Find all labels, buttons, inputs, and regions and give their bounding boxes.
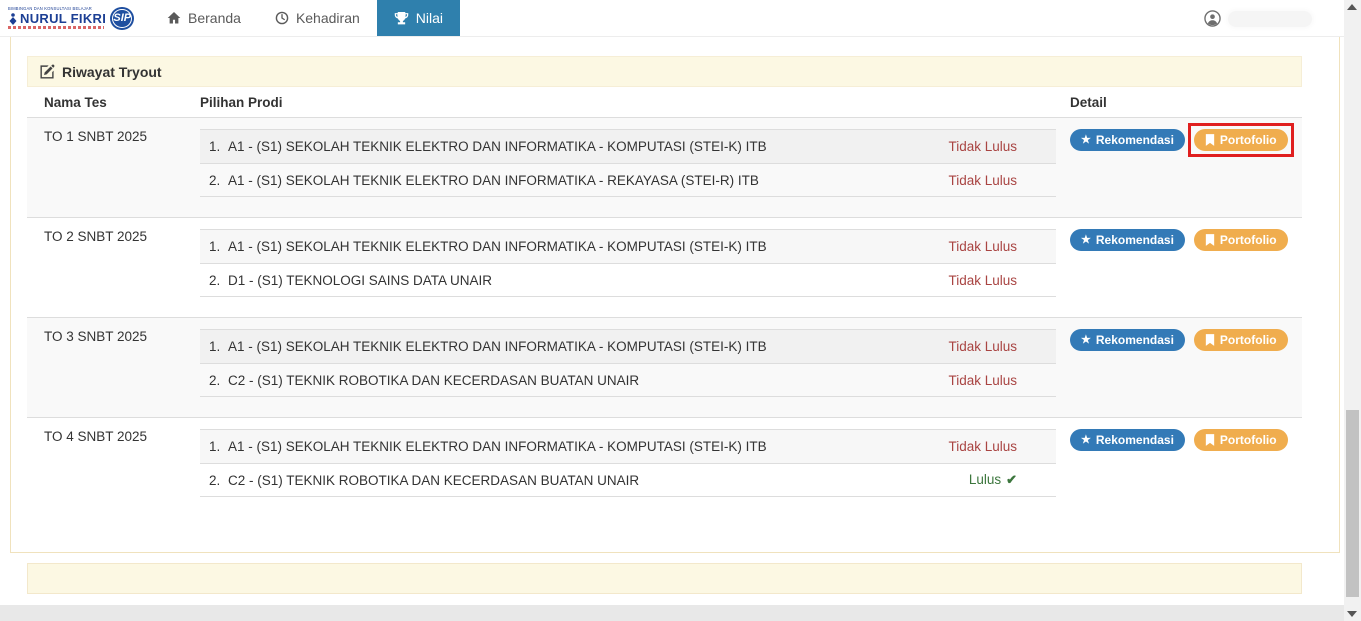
panel-header-riwayat-tryout: Riwayat Tryout — [27, 56, 1302, 87]
nav-item-beranda[interactable]: Beranda — [150, 0, 258, 36]
vertical-scrollbar[interactable] — [1344, 0, 1361, 621]
star-icon: ★ — [1081, 335, 1091, 346]
prodi-name: A1 - (S1) SEKOLAH TEKNIK ELEKTRO DAN INF… — [228, 139, 767, 154]
bookmark-icon — [1205, 434, 1215, 446]
prodi-choice: 2. A1 - (S1) SEKOLAH TEKNIK ELEKTRO DAN … — [200, 163, 1056, 197]
test-name: TO 3 SNBT 2025 — [27, 318, 200, 417]
prodi-choice-list: 1. A1 - (S1) SEKOLAH TEKNIK ELEKTRO DAN … — [200, 129, 1056, 197]
panel-title: Riwayat Tryout — [62, 64, 162, 80]
col-header-nama-tes: Nama Tes — [27, 95, 200, 110]
main-menu: Beranda Kehadiran Nilai — [150, 0, 460, 36]
edit-icon — [40, 64, 55, 79]
bookmark-icon — [1205, 334, 1215, 346]
table-header-row: Nama Tes Pilihan Prodi Detail — [27, 87, 1302, 117]
scroll-up-arrow[interactable] — [1347, 4, 1357, 10]
col-header-detail: Detail — [1070, 95, 1302, 110]
prodi-choice: 2. C2 - (S1) TEKNIK ROBOTIKA DAN KECERDA… — [200, 463, 1056, 497]
user-name-redacted — [1228, 11, 1312, 27]
prodi-choice-list: 1. A1 - (S1) SEKOLAH TEKNIK ELEKTRO DAN … — [200, 229, 1056, 297]
logo-tagline — [8, 26, 104, 29]
status-label: Tidak Lulus✔ — [948, 173, 1056, 188]
table-row: TO 2 SNBT 2025 1. A1 - (S1) SEKOLAH TEKN… — [27, 217, 1302, 317]
logo-name: NURUL FIKRI — [8, 12, 110, 25]
nav-item-nilai[interactable]: Nilai — [377, 0, 460, 36]
prodi-name: C2 - (S1) TEKNIK ROBOTIKA DAN KECERDASAN… — [228, 373, 639, 388]
table-row: TO 3 SNBT 2025 1. A1 - (S1) SEKOLAH TEKN… — [27, 317, 1302, 417]
sip-badge: SIP — [112, 9, 132, 28]
prodi-choice: 2. D1 - (S1) TEKNOLOGI SAINS DATA UNAIR … — [200, 263, 1056, 297]
prodi-choice: 1. A1 - (S1) SEKOLAH TEKNIK ELEKTRO DAN … — [200, 229, 1056, 263]
rekomendasi-button[interactable]: ★Rekomendasi — [1070, 329, 1185, 351]
prodi-name: A1 - (S1) SEKOLAH TEKNIK ELEKTRO DAN INF… — [228, 439, 767, 454]
prodi-choice-list: 1. A1 - (S1) SEKOLAH TEKNIK ELEKTRO DAN … — [200, 429, 1056, 497]
logo-link[interactable]: BIMBINGAN DAN KONSULTASI BELAJAR NURUL F… — [0, 0, 132, 36]
prodi-name: D1 - (S1) TEKNOLOGI SAINS DATA UNAIR — [228, 273, 492, 288]
star-icon: ★ — [1081, 135, 1091, 146]
prodi-name: A1 - (S1) SEKOLAH TEKNIK ELEKTRO DAN INF… — [228, 173, 759, 188]
prodi-name: C2 - (S1) TEKNIK ROBOTIKA DAN KECERDASAN… — [228, 473, 639, 488]
col-header-pilihan-prodi: Pilihan Prodi — [200, 95, 1070, 110]
prodi-choice: 1. A1 - (S1) SEKOLAH TEKNIK ELEKTRO DAN … — [200, 329, 1056, 363]
portofolio-wrap: Portofolio — [1194, 329, 1288, 351]
table-row: TO 4 SNBT 2025 1. A1 - (S1) SEKOLAH TEKN… — [27, 417, 1302, 517]
test-name: TO 2 SNBT 2025 — [27, 218, 200, 317]
status-label: Lulus✔ — [969, 472, 1056, 488]
star-icon: ★ — [1081, 235, 1091, 246]
nav-item-kehadiran[interactable]: Kehadiran — [258, 0, 377, 36]
trophy-icon — [394, 11, 409, 26]
rekomendasi-button[interactable]: ★Rekomendasi — [1070, 229, 1185, 251]
portofolio-button[interactable]: Portofolio — [1194, 329, 1288, 351]
portofolio-button[interactable]: Portofolio — [1194, 129, 1288, 151]
prodi-name: A1 - (S1) SEKOLAH TEKNIK ELEKTRO DAN INF… — [228, 339, 767, 354]
page: BIMBINGAN DAN KONSULTASI BELAJAR NURUL F… — [0, 0, 1361, 621]
next-panel-header — [27, 563, 1302, 594]
rekomendasi-button[interactable]: ★Rekomendasi — [1070, 129, 1185, 151]
status-label: Tidak Lulus✔ — [948, 273, 1056, 288]
clock-icon — [275, 11, 289, 25]
status-label: Tidak Lulus✔ — [948, 339, 1056, 354]
detail-cell: ★Rekomendasi Portofolio — [1070, 118, 1302, 217]
logo-top-text: BIMBINGAN DAN KONSULTASI BELAJAR — [8, 7, 92, 11]
check-icon: ✔ — [1006, 472, 1017, 487]
top-navbar: BIMBINGAN DAN KONSULTASI BELAJAR NURUL F… — [0, 0, 1344, 37]
portofolio-button[interactable]: Portofolio — [1194, 229, 1288, 251]
page-bottom-background — [0, 605, 1344, 621]
status-label: Tidak Lulus✔ — [948, 373, 1056, 388]
table-row: TO 1 SNBT 2025 1. A1 - (S1) SEKOLAH TEKN… — [27, 117, 1302, 217]
detail-cell: ★Rekomendasi Portofolio — [1070, 218, 1302, 317]
portofolio-highlight-box: Portofolio — [1194, 129, 1288, 151]
detail-cell: ★Rekomendasi Portofolio — [1070, 418, 1302, 517]
bookmark-icon — [1205, 234, 1215, 246]
home-icon — [167, 11, 181, 25]
logo-person-icon — [8, 13, 18, 25]
user-avatar-icon — [1204, 10, 1221, 27]
prodi-choice: 1. A1 - (S1) SEKOLAH TEKNIK ELEKTRO DAN … — [200, 429, 1056, 463]
scrollbar-thumb[interactable] — [1346, 410, 1359, 597]
portofolio-button[interactable]: Portofolio — [1194, 429, 1288, 451]
test-name: TO 1 SNBT 2025 — [27, 118, 200, 217]
logo: BIMBINGAN DAN KONSULTASI BELAJAR NURUL F… — [8, 7, 110, 29]
rekomendasi-button[interactable]: ★Rekomendasi — [1070, 429, 1185, 451]
test-name: TO 4 SNBT 2025 — [27, 418, 200, 517]
status-label: Tidak Lulus✔ — [948, 439, 1056, 454]
star-icon: ★ — [1081, 435, 1091, 446]
scroll-down-arrow[interactable] — [1347, 611, 1357, 617]
prodi-name: A1 - (S1) SEKOLAH TEKNIK ELEKTRO DAN INF… — [228, 239, 767, 254]
portofolio-wrap: Portofolio — [1194, 229, 1288, 251]
status-label: Tidak Lulus✔ — [948, 239, 1056, 254]
prodi-choice: 1. A1 - (S1) SEKOLAH TEKNIK ELEKTRO DAN … — [200, 129, 1056, 163]
portofolio-wrap: Portofolio — [1194, 429, 1288, 451]
detail-cell: ★Rekomendasi Portofolio — [1070, 318, 1302, 417]
user-menu[interactable] — [1204, 0, 1312, 37]
status-label: Tidak Lulus✔ — [948, 139, 1056, 154]
bookmark-icon — [1205, 134, 1215, 146]
prodi-choice-list: 1. A1 - (S1) SEKOLAH TEKNIK ELEKTRO DAN … — [200, 329, 1056, 397]
prodi-choice: 2. C2 - (S1) TEKNIK ROBOTIKA DAN KECERDA… — [200, 363, 1056, 397]
